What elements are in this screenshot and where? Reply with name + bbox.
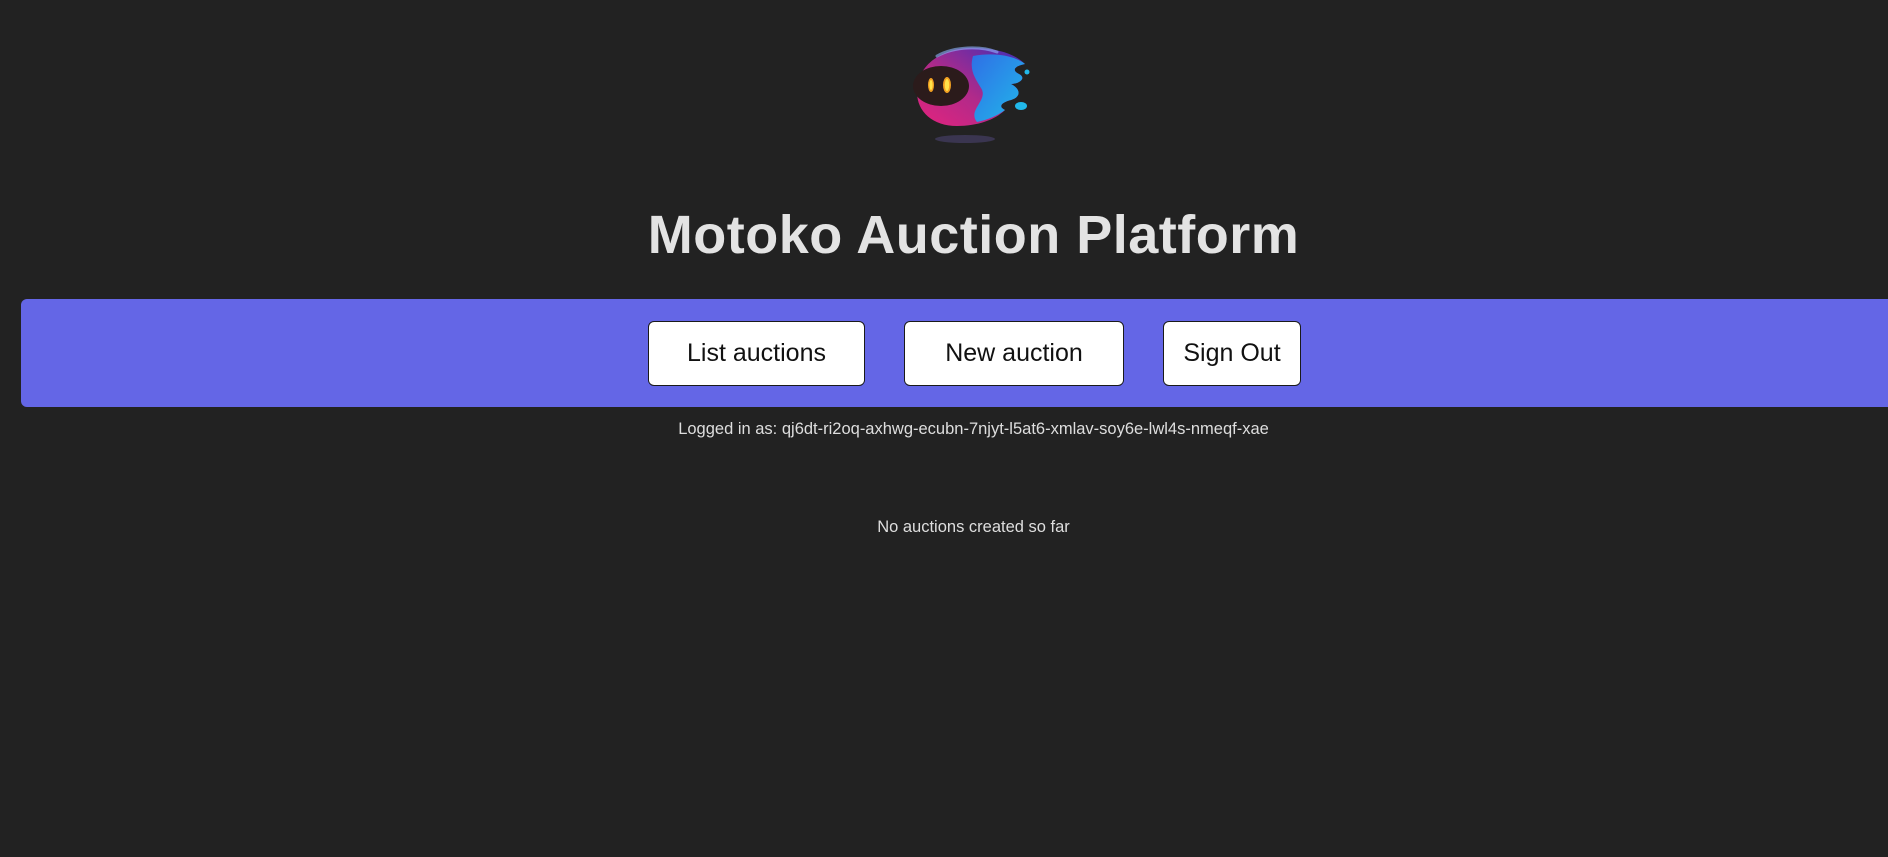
empty-auctions-message: No auctions created so far xyxy=(877,518,1070,536)
new-auction-button[interactable]: New auction xyxy=(904,321,1124,386)
list-auctions-button[interactable]: List auctions xyxy=(648,321,865,386)
motoko-logo-icon xyxy=(907,40,1033,150)
sign-out-button[interactable]: Sign Out xyxy=(1163,321,1301,386)
page-title: Motoko Auction Platform xyxy=(647,205,1300,265)
logged-in-status: Logged in as: qj6dt-ri2oq-axhwg-ecubn-7n… xyxy=(678,420,1269,438)
